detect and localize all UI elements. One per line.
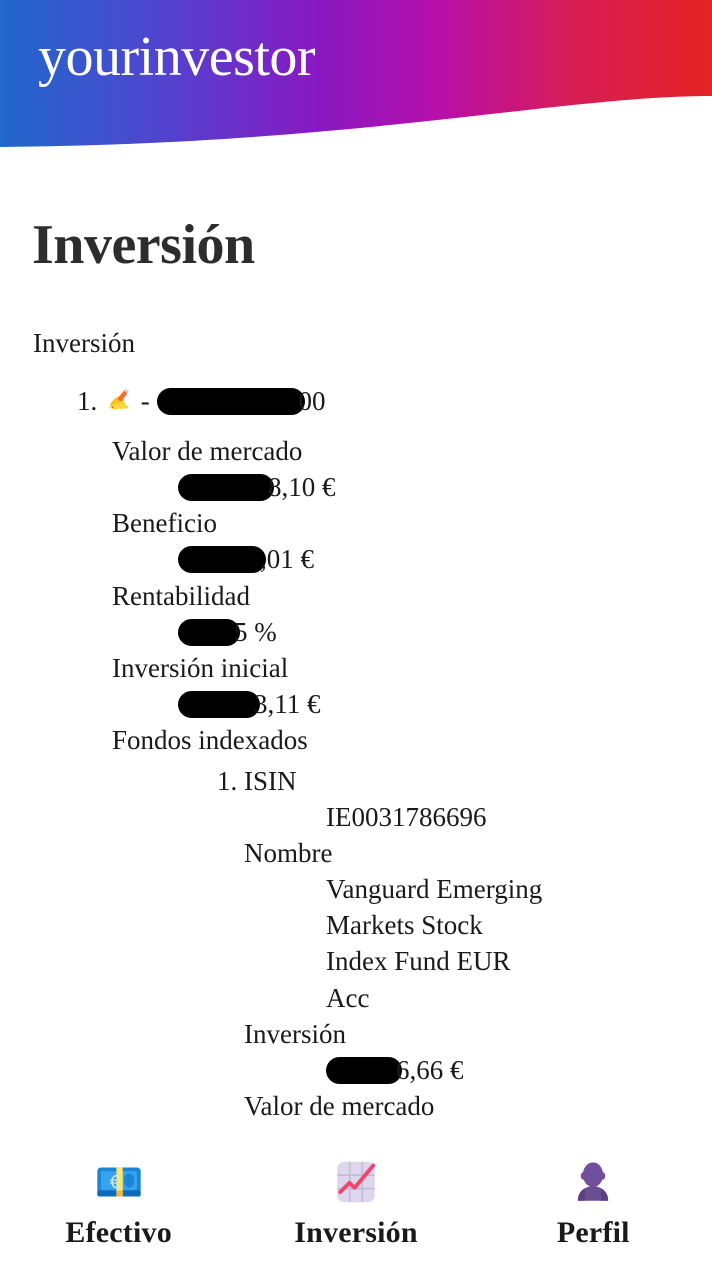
- person-silhouette-icon: [567, 1156, 619, 1208]
- nav-item-inversion[interactable]: Inversión: [241, 1156, 471, 1250]
- field-label-valor-de-mercado: Valor de mercado: [112, 435, 303, 466]
- investment-account-suffix: 00: [298, 386, 326, 417]
- bottom-navigation: € Efectivo Inversión Perfil: [0, 1140, 712, 1282]
- fund-value-isin: IE0031786696: [326, 801, 487, 832]
- field-label-rentabilidad: Rentabilidad: [112, 580, 250, 611]
- redacted-value: [178, 546, 266, 574]
- app-header: yourinvestor: [0, 0, 712, 172]
- brand-title: yourinvestor: [38, 26, 316, 88]
- redacted-value: [178, 474, 274, 502]
- fund-list-item[interactable]: ISIN IE0031786696 Nombre Vanguard Emergi…: [244, 763, 712, 1125]
- investment-list-item[interactable]: - 00 Valor de mercado 8,10 € Beneficio ,…: [104, 383, 712, 1124]
- nav-label-perfil: Perfil: [556, 1216, 630, 1249]
- field-value-suffix: 3,11 €: [254, 689, 321, 720]
- field-value-beneficio: ,01 €: [112, 541, 712, 577]
- redacted-account-name: [156, 388, 305, 416]
- redacted-value: [178, 618, 240, 646]
- field-value-suffix: 5 %: [234, 616, 277, 647]
- fund-label-isin: ISIN: [244, 765, 297, 796]
- fund-fields: ISIN IE0031786696 Nombre Vanguard Emergi…: [244, 763, 712, 1125]
- redacted-value: [178, 691, 260, 719]
- fund-value-inversion: 6,66 €: [244, 1052, 712, 1088]
- redacted-value: [326, 1056, 402, 1084]
- fund-value-nombre: Vanguard Emerging Markets Stock Index Fu…: [326, 874, 543, 1013]
- euro-banknote-icon: €: [93, 1156, 145, 1208]
- field-value-inversion-inicial: 3,11 €: [112, 686, 712, 722]
- app-root: yourinvestor Inversión Inversión 1. - 00…: [0, 0, 712, 1282]
- nav-label-inversion: Inversión: [294, 1216, 418, 1249]
- field-value-suffix: ,01 €: [260, 544, 314, 575]
- field-value-suffix: 6,66 €: [396, 1054, 464, 1085]
- field-label-fondos-indexados: Fondos indexados: [112, 725, 308, 756]
- page-title: Inversión: [32, 214, 255, 276]
- chart-increasing-icon: [330, 1156, 382, 1208]
- fund-label-nombre: Nombre: [244, 837, 333, 868]
- nav-item-efectivo[interactable]: € Efectivo: [4, 1156, 234, 1250]
- field-label-beneficio: Beneficio: [112, 508, 217, 539]
- writing-hand-icon: [104, 385, 134, 415]
- svg-text:€: €: [109, 1173, 120, 1193]
- field-label-inversion-inicial: Inversión inicial: [112, 652, 289, 683]
- nav-label-efectivo: Efectivo: [65, 1216, 172, 1249]
- field-value-rentabilidad: 5 %: [112, 614, 712, 650]
- section-label: Inversión: [33, 327, 135, 358]
- nav-item-perfil[interactable]: Perfil: [478, 1156, 708, 1250]
- fund-list: ISIN IE0031786696 Nombre Vanguard Emergi…: [104, 763, 712, 1125]
- main-content: Inversión Inversión 1. - 00 Valor de mer…: [0, 172, 712, 1140]
- investment-separator: -: [140, 386, 150, 417]
- investment-header: - 00: [104, 383, 712, 421]
- field-value-valor-de-mercado: 8,10 €: [112, 469, 712, 505]
- fund-label-valor-de-mercado: Valor de mercado: [244, 1091, 435, 1122]
- investment-list: - 00 Valor de mercado 8,10 € Beneficio ,…: [0, 383, 712, 1124]
- investment-fields: Valor de mercado 8,10 € Beneficio ,01 € …: [112, 433, 712, 759]
- fund-label-inversion: Inversión: [244, 1018, 346, 1049]
- field-value-suffix: 8,10 €: [268, 472, 336, 503]
